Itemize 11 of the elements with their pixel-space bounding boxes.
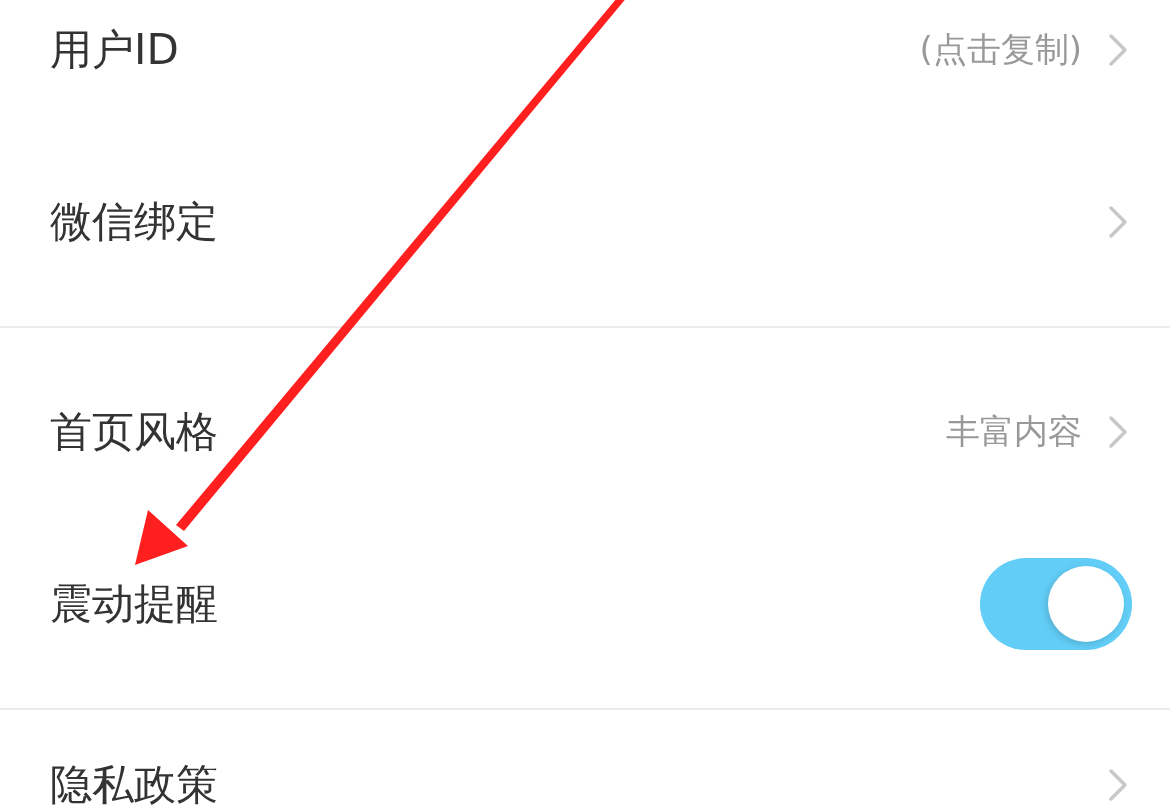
chevron-right-icon[interactable] [1108, 205, 1128, 239]
setting-value: (点击复制) [919, 28, 1082, 71]
setting-value: 丰富内容 [946, 410, 1082, 453]
setting-label: 隐私政策 [50, 759, 219, 811]
setting-label: 首页风格 [50, 406, 219, 458]
setting-label: 微信绑定 [50, 196, 219, 248]
setting-label: 震动提醒 [50, 578, 219, 630]
setting-label: 用户ID [50, 24, 180, 76]
chevron-right-icon[interactable] [1108, 415, 1128, 449]
chevron-right-icon[interactable] [1108, 33, 1128, 67]
chevron-right-icon[interactable] [1108, 768, 1128, 802]
